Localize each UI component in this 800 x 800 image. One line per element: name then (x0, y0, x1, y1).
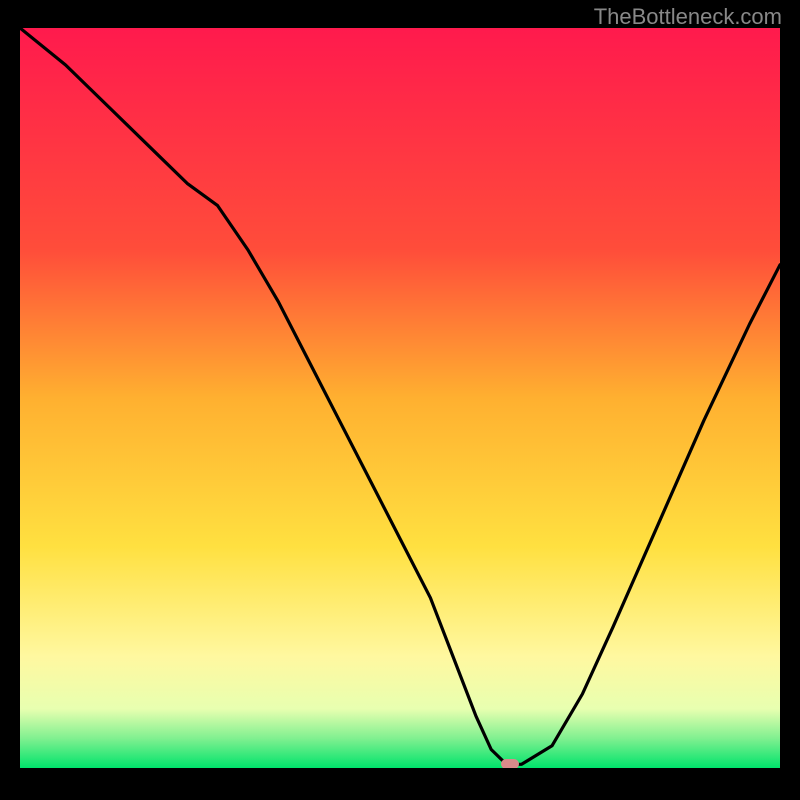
watermark-text: TheBottleneck.com (594, 4, 782, 30)
plot-area (20, 28, 780, 768)
bottleneck-curve (20, 28, 780, 768)
optimal-marker (501, 759, 519, 768)
